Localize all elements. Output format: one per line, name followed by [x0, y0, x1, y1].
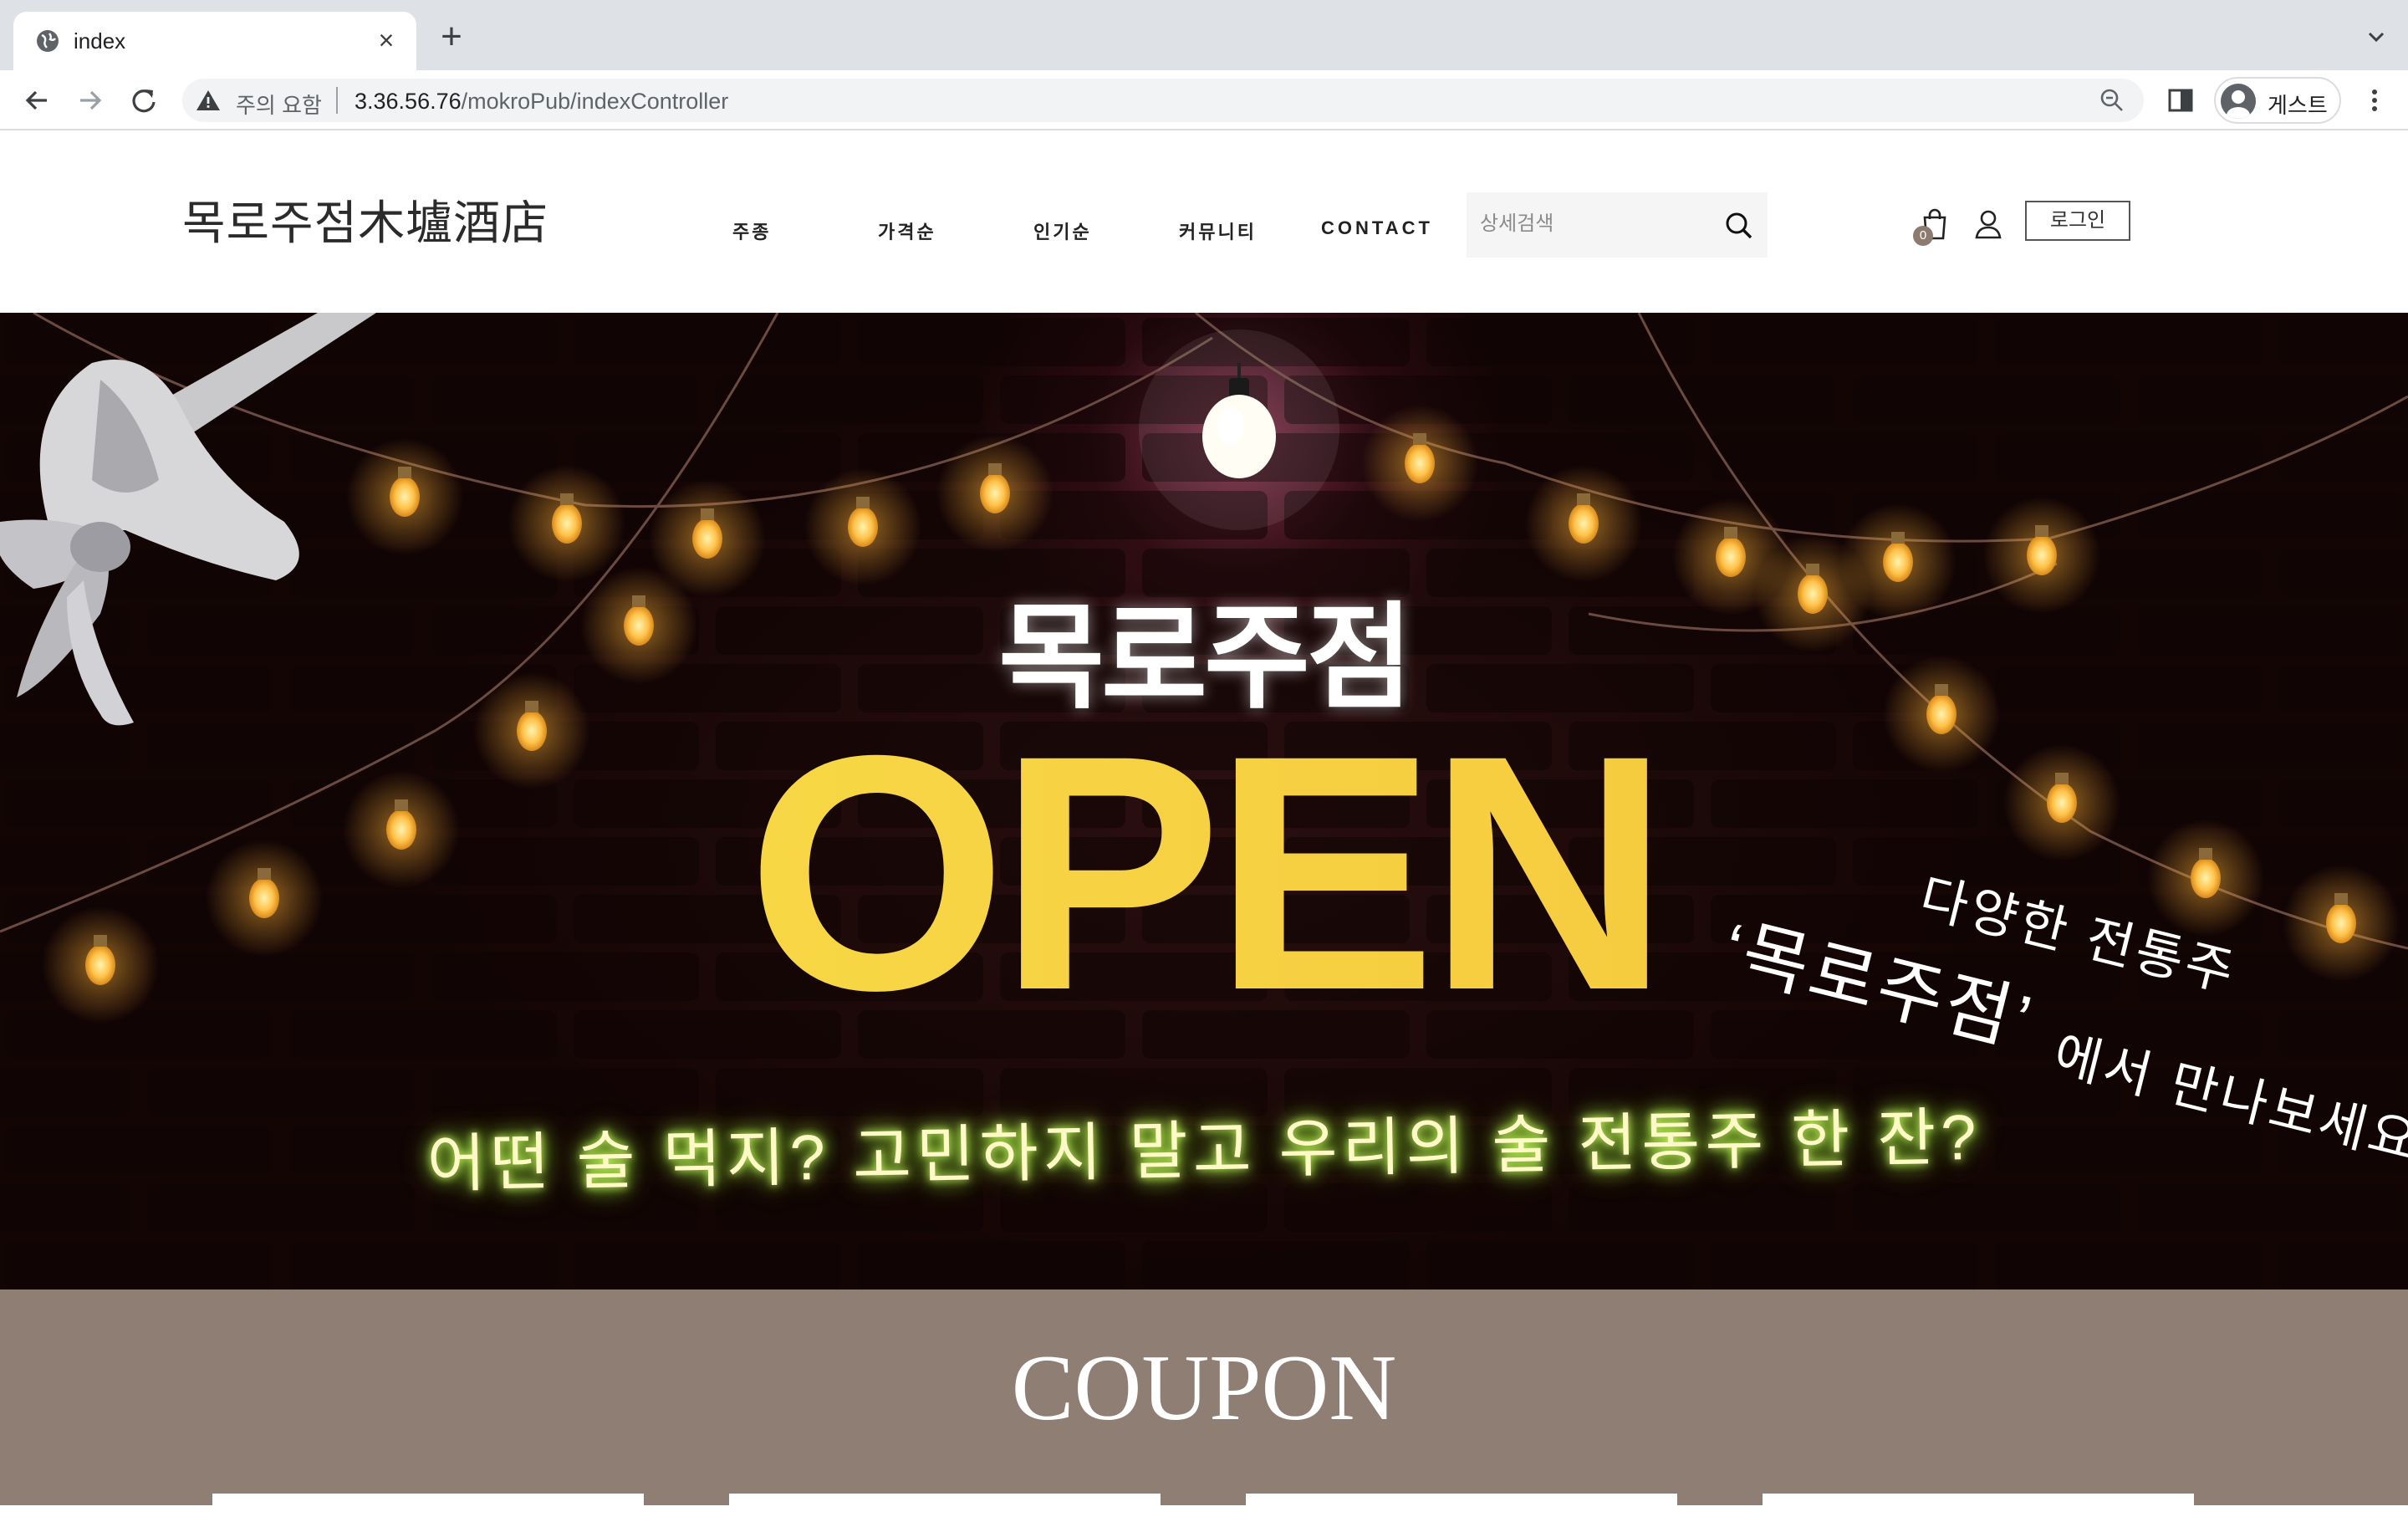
coupon-card[interactable]: [212, 1494, 644, 1527]
side-panel-icon[interactable]: [2166, 85, 2196, 115]
search-input[interactable]: [1480, 209, 1706, 239]
new-tab-icon[interactable]: +: [435, 18, 468, 55]
site-header: 목로주점木壚酒店 주종 가격순 인기순 커뮤니티 CONTACT 0 로그인: [0, 130, 2408, 313]
close-tab-icon[interactable]: ×: [371, 25, 401, 55]
site-logo[interactable]: 목로주점木壚酒店: [182, 186, 548, 253]
search-box: [1467, 192, 1768, 258]
coupon-title: COUPON: [1011, 1336, 1397, 1440]
url-text[interactable]: 3.36.56.76/mokroPub/indexController: [355, 89, 728, 115]
nav-item-community[interactable]: 커뮤니티: [1179, 217, 1257, 244]
hero-banner[interactable]: 목로주점 OPEN 어떤 술 먹지? 고민하지 말고 우리의 술 전통주 한 잔…: [0, 313, 2408, 1290]
forward-arrow-icon[interactable]: [72, 82, 109, 119]
address-bar[interactable]: 주의 요함 3.36.56.76/mokroPub/indexControlle…: [182, 79, 2144, 122]
nav-item-type[interactable]: 주종: [732, 217, 771, 244]
url-divider: [336, 87, 338, 114]
coupon-card[interactable]: [1246, 1494, 1677, 1527]
avatar-icon: [2221, 84, 2256, 119]
coupon-section: COUPON: [0, 1290, 2408, 1527]
nav-item-popular[interactable]: 인기순: [1033, 217, 1092, 244]
reload-icon[interactable]: [125, 82, 162, 119]
tab-title: index: [74, 28, 126, 54]
browser-toolbar: 주의 요함 3.36.56.76/mokroPub/indexControlle…: [0, 70, 2408, 130]
chevron-down-icon[interactable]: [2365, 25, 2388, 49]
profile-button[interactable]: 게스트: [2214, 77, 2341, 124]
zoom-out-icon[interactable]: [2099, 87, 2125, 114]
back-arrow-icon[interactable]: [18, 82, 55, 119]
nav-item-contact[interactable]: CONTACT: [1321, 217, 1433, 239]
cart-count-badge: 0: [1913, 226, 1933, 246]
hero-open-text: OPEN: [0, 706, 2408, 1040]
login-button[interactable]: 로그인: [2025, 201, 2130, 241]
url-host: 3.36.56.76: [355, 89, 462, 114]
warning-icon: [196, 90, 220, 110]
browser-tab[interactable]: index ×: [13, 12, 416, 70]
search-icon[interactable]: [1722, 209, 1756, 243]
more-menu-icon[interactable]: [2360, 85, 2390, 115]
profile-label: 게스트: [2268, 93, 2328, 118]
security-warning-label[interactable]: 주의 요함: [236, 89, 322, 120]
url-path: /mokroPub/indexController: [461, 89, 729, 114]
nav-item-price[interactable]: 가격순: [878, 217, 936, 244]
user-icon[interactable]: [1973, 207, 2003, 241]
globe-icon: [37, 30, 59, 52]
browser-tab-strip: index × +: [0, 0, 2408, 70]
coupon-card[interactable]: [729, 1494, 1161, 1527]
lightbulb-icon: [1139, 329, 1339, 530]
coupon-card[interactable]: [1763, 1494, 2194, 1527]
